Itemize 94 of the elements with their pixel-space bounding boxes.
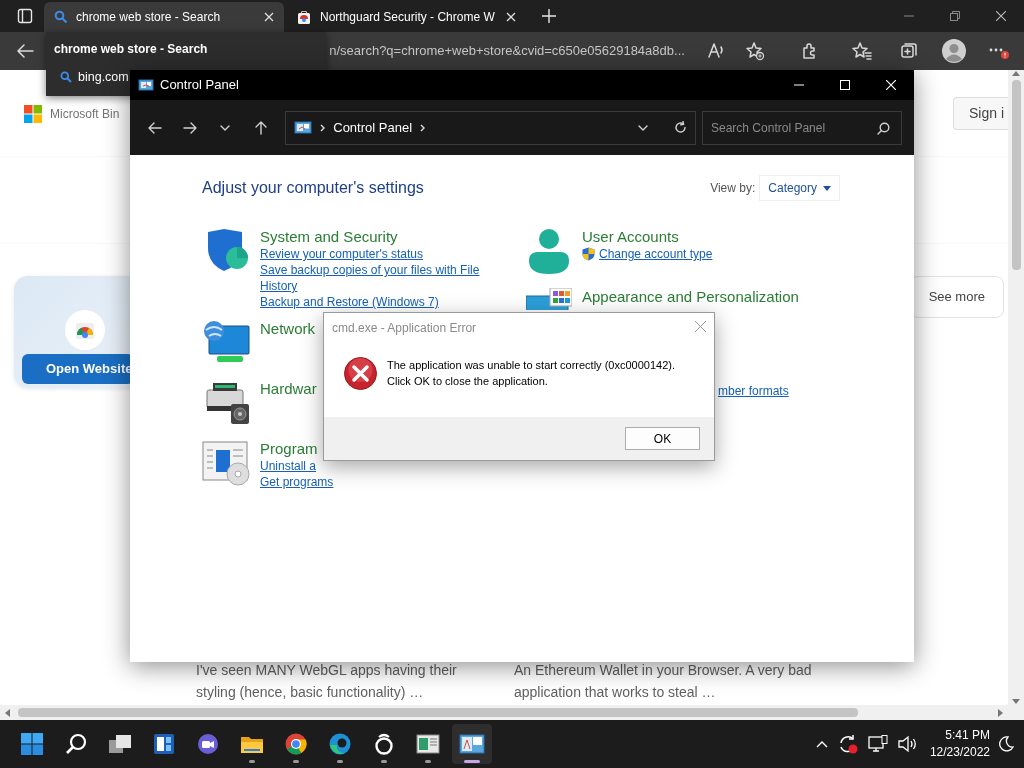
control-panel-icon[interactable] [459, 733, 485, 755]
refresh-icon[interactable] [674, 121, 687, 134]
up-arrow-icon[interactable] [253, 120, 268, 135]
close-icon[interactable] [996, 11, 1006, 21]
maximize-icon[interactable] [840, 80, 850, 90]
address-bar[interactable]: Control Panel [285, 110, 696, 145]
logo-text: Microsoft Bin [50, 105, 120, 123]
category-link[interactable]: Change account type [582, 246, 713, 262]
add-favorite-icon[interactable] [745, 41, 765, 61]
chevron-right-icon [420, 123, 426, 132]
chevron-right-icon [320, 123, 326, 132]
page-heading: Adjust your computer's settings [202, 178, 424, 198]
horizontal-scrollbar[interactable] [0, 705, 1024, 720]
browser-tab[interactable]: Northguard Security - Chrome W [286, 2, 526, 32]
running-indicator [381, 760, 387, 763]
category-link[interactable]: Uninstall a [260, 458, 334, 474]
running-indicator [464, 760, 480, 763]
moon-icon[interactable] [998, 736, 1014, 752]
running-indicator [425, 760, 431, 763]
view-by-dropdown[interactable]: Category [759, 175, 840, 201]
chevron-down-icon[interactable] [220, 124, 231, 131]
running-indicator [293, 760, 299, 763]
category-title[interactable]: System and Security [260, 228, 500, 246]
control-panel-icon [138, 78, 154, 92]
category-link[interactable]: Review your computer's status [260, 246, 500, 262]
search-icon [54, 10, 68, 24]
category-title[interactable]: Network [260, 320, 315, 338]
network-icon[interactable] [867, 735, 888, 753]
category-title[interactable]: Appearance and Personalization [582, 288, 799, 306]
ring-app-icon[interactable] [373, 733, 395, 755]
category-link[interactable]: mber formats [718, 383, 789, 399]
running-indicator [337, 760, 343, 763]
snippet-text: An Ethereum Wallet in your Browser. A very bad application that works to steal … [514, 661, 813, 702]
caret-icon [823, 185, 831, 191]
running-indicator [249, 760, 255, 763]
chevron-up-icon[interactable] [815, 740, 828, 748]
scroll-left-icon[interactable] [4, 708, 10, 717]
category-title[interactable]: Hardwar [260, 380, 317, 398]
error-message: Click OK to close the application. [387, 374, 549, 389]
category-link[interactable]: Get programs [260, 474, 334, 490]
address-field[interactable]: n/search?q=chrome+web+store&cvid=c650e05629184a8db... [327, 36, 700, 66]
back-arrow-icon[interactable] [15, 43, 34, 59]
ok-button[interactable]: OK [625, 427, 700, 450]
sync-alert-icon[interactable] [837, 734, 858, 754]
chrome-icon[interactable] [285, 733, 307, 755]
folder-icon[interactable] [240, 734, 264, 754]
read-aloud-icon[interactable] [705, 41, 726, 61]
uac-shield-icon [582, 247, 595, 261]
clock-date: 12/23/2022 [929, 744, 990, 761]
vertical-scrollbar[interactable] [1008, 70, 1024, 705]
windows-logo-icon [24, 104, 42, 123]
category-link[interactable]: Save backup copies of your files with File History [260, 262, 500, 294]
forward-arrow-icon[interactable] [182, 120, 197, 135]
view-by-label: View by: [710, 180, 756, 197]
programs-icon [202, 440, 252, 486]
search-field[interactable]: Search Control Panel [702, 110, 902, 145]
browser-tab[interactable]: chrome web store - Search [44, 2, 284, 32]
volume-icon[interactable] [897, 735, 918, 753]
scrollbar-thumb[interactable] [18, 708, 858, 717]
scroll-right-icon[interactable] [998, 708, 1004, 717]
tab-actions-icon[interactable] [17, 8, 33, 24]
error-message: The application was unable to start correctly (0xc0000142). [387, 357, 675, 373]
chrome-store-icon [65, 310, 105, 350]
profile-avatar-icon[interactable] [942, 39, 967, 63]
error-icon [344, 356, 377, 390]
category-link[interactable]: Backup and Restore (Windows 7) [260, 294, 500, 310]
search-icon[interactable] [877, 121, 890, 135]
sign-in-button[interactable]: Sign i [952, 97, 1008, 130]
window-app-icon[interactable] [416, 734, 440, 754]
dialog-title: cmd.exe - Application Error [332, 320, 477, 337]
back-arrow-icon[interactable] [147, 120, 162, 135]
new-tab-icon[interactable] [542, 9, 556, 23]
snippet-text: I've seen MANY WebGL apps having their styling (hence, basic functionality) … [196, 661, 458, 702]
shopping-bag-icon [296, 9, 312, 25]
search-icon[interactable] [65, 733, 87, 755]
restore-icon[interactable] [950, 11, 960, 21]
window-title: Control Panel [160, 76, 239, 95]
control-panel-icon [294, 120, 313, 135]
widgets-icon[interactable] [153, 733, 175, 755]
clock-time: 5:41 PM [944, 727, 990, 744]
scrollbar-thumb[interactable] [1011, 80, 1021, 270]
favorites-icon[interactable] [851, 41, 872, 61]
collections-icon[interactable] [898, 41, 919, 61]
search-icon [60, 71, 72, 84]
edge-icon[interactable] [329, 733, 351, 755]
printer-icon [203, 380, 251, 426]
chevron-down-icon[interactable] [638, 124, 648, 131]
category-title[interactable]: User Accounts [582, 228, 713, 246]
site-url: bing.com [78, 69, 129, 86]
chat-icon[interactable] [196, 733, 220, 755]
start-icon[interactable] [21, 733, 43, 755]
hover-card-title: chrome web store - Search [54, 41, 209, 58]
task-view-icon[interactable] [108, 734, 132, 754]
user-icon [528, 228, 570, 276]
